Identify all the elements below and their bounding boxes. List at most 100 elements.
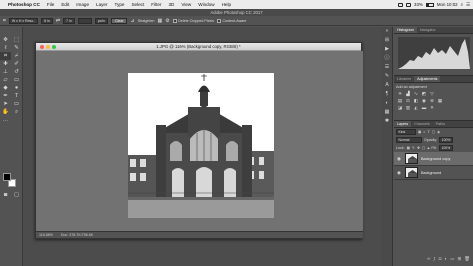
- menu-select[interactable]: Select: [131, 0, 144, 9]
- blend-mode-select[interactable]: Normal: [396, 137, 422, 143]
- visibility-eye-icon[interactable]: ◉: [396, 156, 402, 162]
- filter-shape-icon[interactable]: ▢: [432, 130, 435, 134]
- history-icon[interactable]: ⊞: [381, 36, 393, 45]
- type-icon[interactable]: T: [11, 92, 22, 100]
- marquee-icon[interactable]: ⬚: [11, 36, 22, 44]
- styles-icon[interactable]: ◐: [381, 99, 393, 108]
- dodge-icon[interactable]: ●: [11, 84, 22, 92]
- vibrance-icon[interactable]: ▽: [429, 91, 435, 96]
- lock-paint-icon[interactable]: ✎: [412, 146, 415, 150]
- selective-color-icon[interactable]: ✕: [429, 105, 435, 110]
- settings-icon[interactable]: ⚙: [165, 18, 169, 24]
- ratio-select[interactable]: W x H x Reso..: [8, 17, 39, 24]
- brushes-icon[interactable]: ✎: [381, 72, 393, 81]
- crop-tool-icon[interactable]: ⌗: [3, 18, 6, 24]
- gradient-icon[interactable]: ▭: [11, 76, 22, 84]
- document-titlebar[interactable]: 1.JPG @ 116% (Background copy, RGB/8) *: [36, 43, 361, 51]
- hand-icon[interactable]: ✋: [0, 108, 11, 116]
- quick-mask-icon[interactable]: ◙: [0, 191, 11, 199]
- tab-adjustments[interactable]: Adjustments: [414, 76, 441, 82]
- height-field[interactable]: 7 in: [63, 17, 75, 24]
- tab-histogram[interactable]: Histogram: [394, 27, 417, 33]
- filter-adjust-icon[interactable]: ◐: [423, 130, 425, 134]
- minimize-button[interactable]: [46, 45, 50, 49]
- curves-icon[interactable]: ∿: [413, 91, 419, 96]
- properties-icon[interactable]: ☰: [381, 63, 393, 72]
- eraser-icon[interactable]: ▱: [0, 76, 11, 84]
- glyphs-icon[interactable]: ✱: [381, 117, 393, 126]
- tab-channels[interactable]: Channels: [411, 121, 433, 127]
- tab-layers[interactable]: Layers: [394, 121, 412, 127]
- history-brush-icon[interactable]: ↺: [11, 68, 22, 76]
- search-icon[interactable]: ⌕: [461, 0, 463, 9]
- church-photo[interactable]: [128, 73, 274, 218]
- zoom-icon[interactable]: ⌕: [11, 108, 22, 116]
- trash-icon[interactable]: 🗑︎: [464, 256, 470, 263]
- menu-3d[interactable]: 3D: [168, 0, 174, 9]
- battery-icon[interactable]: [425, 2, 434, 7]
- healing-icon[interactable]: ✚: [0, 60, 11, 68]
- zoom-level[interactable]: 116.88%: [39, 233, 53, 237]
- posterize-icon[interactable]: ▥: [405, 105, 411, 110]
- filter-smart-icon[interactable]: ◈: [437, 130, 440, 134]
- threshold-icon[interactable]: ◭: [413, 105, 419, 110]
- edit-toolbar-icon[interactable]: …: [0, 116, 11, 124]
- info-icon[interactable]: ⓘ: [381, 54, 393, 63]
- straighten-label[interactable]: Straighten: [138, 19, 155, 23]
- pen-icon[interactable]: ✒: [0, 92, 11, 100]
- channel-mixer-icon[interactable]: ⊛: [429, 98, 435, 103]
- character-icon[interactable]: A: [381, 81, 393, 90]
- filter-pixel-icon[interactable]: ▣: [418, 130, 421, 134]
- color-balance-icon[interactable]: ⚖: [405, 98, 411, 103]
- list-icon[interactable]: ☰: [466, 0, 470, 9]
- path-select-icon[interactable]: ➤: [0, 100, 11, 108]
- stamp-icon[interactable]: ⊥: [0, 68, 11, 76]
- kind-filter-select[interactable]: Kind: [396, 129, 416, 135]
- menu-view[interactable]: View: [181, 0, 191, 9]
- tab-libraries[interactable]: Libraries: [394, 76, 414, 82]
- clear-button[interactable]: Clear: [111, 17, 128, 24]
- layer-name[interactable]: Background copy: [421, 157, 450, 161]
- width-field[interactable]: 8 in: [41, 17, 53, 24]
- cloud-icon[interactable]: [398, 2, 404, 7]
- actions-icon[interactable]: ▶: [381, 45, 393, 54]
- swap-icon[interactable]: ⇄: [56, 18, 60, 24]
- adjustment-layer-icon[interactable]: ◐: [445, 256, 448, 263]
- blur-icon[interactable]: ◆: [0, 84, 11, 92]
- filter-type-icon[interactable]: T: [428, 130, 430, 134]
- menu-file[interactable]: File: [47, 0, 54, 9]
- menu-image[interactable]: Image: [76, 0, 89, 9]
- black-white-icon[interactable]: ◧: [413, 98, 419, 103]
- close-button[interactable]: [40, 45, 44, 49]
- doc-info[interactable]: Doc: 378.7K/756.6K: [61, 233, 93, 237]
- invert-icon[interactable]: ◪: [397, 105, 403, 110]
- menu-filter[interactable]: Filter: [151, 0, 161, 9]
- clock[interactable]: Mon 10:02: [437, 0, 458, 9]
- menu-app[interactable]: Photoshop CC: [8, 0, 40, 9]
- opacity-field[interactable]: 100%: [439, 137, 453, 143]
- fx-icon[interactable]: ƒ: [433, 256, 436, 263]
- delete-cropped-checkbox[interactable]: Delete Cropped Pixels: [172, 18, 214, 23]
- group-icon[interactable]: ▭: [450, 256, 454, 263]
- mask-icon[interactable]: ◘: [439, 256, 442, 263]
- fill-field[interactable]: 100%: [438, 145, 453, 151]
- link-icon[interactable]: ∞: [427, 256, 430, 263]
- layer-row-background[interactable]: ◉ Background: [394, 166, 473, 180]
- move-icon[interactable]: ✥: [0, 36, 11, 44]
- tab-paths[interactable]: Paths: [433, 121, 448, 127]
- overlay-icon[interactable]: ▦: [157, 18, 162, 24]
- new-layer-icon[interactable]: ⊞: [458, 256, 462, 263]
- quick-select-icon[interactable]: ✎: [11, 44, 22, 52]
- eyedropper-icon[interactable]: ⌿: [11, 52, 22, 60]
- layer-name[interactable]: Background: [421, 171, 441, 175]
- rectangle-icon[interactable]: ▭: [11, 100, 22, 108]
- swatches-icon[interactable]: ▦: [381, 108, 393, 117]
- collapse-icon[interactable]: »: [381, 27, 393, 36]
- foreground-color-swatch[interactable]: [3, 173, 11, 181]
- lock-position-icon[interactable]: ✥: [417, 146, 420, 150]
- straighten-icon[interactable]: ⊿: [130, 18, 134, 24]
- maximize-button[interactable]: [52, 45, 56, 49]
- lock-all-icon[interactable]: 🔒︎: [427, 146, 429, 150]
- lock-pixels-icon[interactable]: ▦: [407, 146, 410, 150]
- menu-window[interactable]: Window: [198, 0, 214, 9]
